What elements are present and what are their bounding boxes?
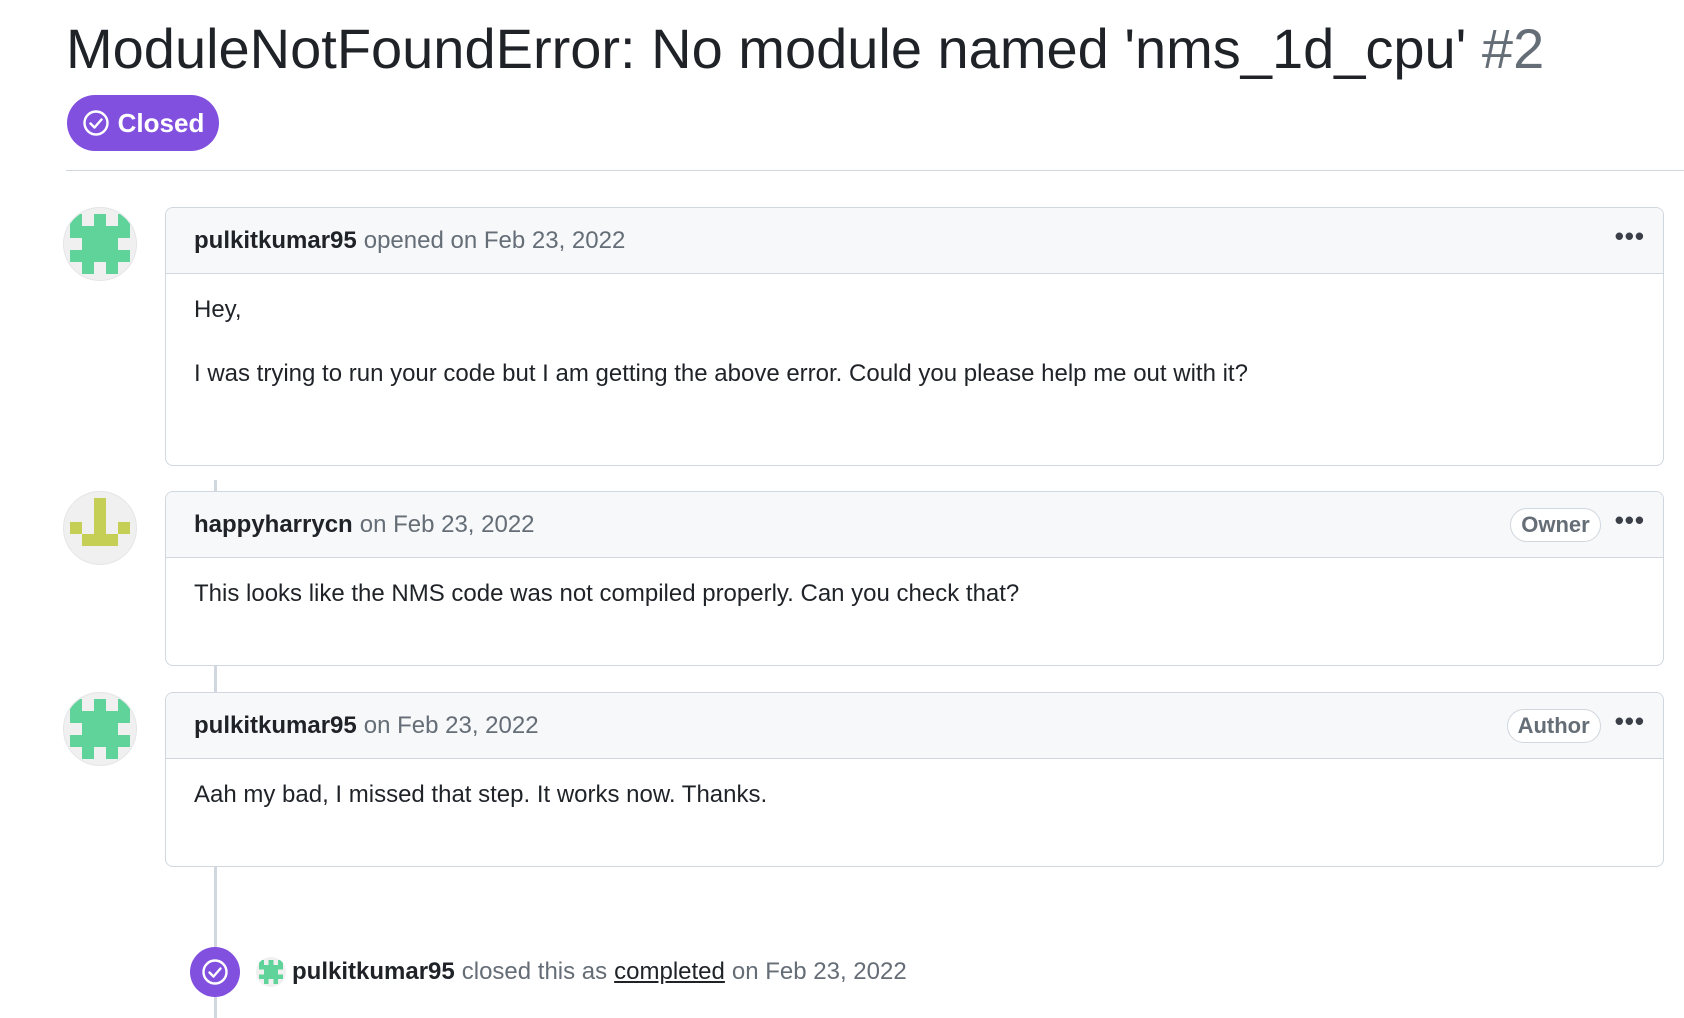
- issue-state-label: Closed: [117, 107, 205, 138]
- comment-header-actions: Author •••: [1506, 708, 1645, 743]
- event-text: closed this as: [461, 958, 608, 985]
- comment-paragraph: Aah my bad, I missed that step. It works…: [194, 781, 768, 808]
- event-actor[interactable]: pulkitkumar95: [292, 958, 455, 986]
- header-divider: [66, 170, 1684, 171]
- comment-header-actions: Owner •••: [1510, 507, 1645, 542]
- avatar[interactable]: [63, 207, 137, 281]
- check-circle-icon: [82, 109, 110, 137]
- comment-body: Aah my bad, I missed that step. It works…: [166, 759, 1663, 831]
- comment-timestamp[interactable]: opened on Feb 23, 2022: [364, 227, 626, 255]
- comment-header: pulkitkumar95 on Feb 23, 2022 Author •••: [166, 693, 1663, 759]
- comment-author[interactable]: pulkitkumar95: [194, 227, 357, 255]
- comment-author[interactable]: pulkitkumar95: [194, 712, 357, 740]
- comment-header: pulkitkumar95 opened on Feb 23, 2022 •••: [166, 208, 1663, 274]
- comment-card: pulkitkumar95 opened on Feb 23, 2022 •••…: [165, 207, 1664, 466]
- avatar[interactable]: [63, 692, 137, 766]
- comment-card: pulkitkumar95 on Feb 23, 2022 Author •••…: [165, 692, 1664, 867]
- completed-link[interactable]: completed: [614, 958, 725, 986]
- kebab-horizontal-icon[interactable]: •••: [1615, 223, 1645, 256]
- check-circle-icon: [190, 947, 240, 997]
- author-badge: Author: [1506, 708, 1601, 743]
- comment-header: happyharrycn on Feb 23, 2022 Owner •••: [166, 492, 1663, 558]
- issue-title-text: ModuleNotFoundError: No module named 'nm…: [66, 17, 1467, 80]
- owner-badge: Owner: [1510, 507, 1601, 542]
- avatar[interactable]: [256, 957, 286, 987]
- close-event: pulkitkumar95 closed this as completed o…: [190, 947, 907, 997]
- comment-body: Hey, I was trying to run your code but I…: [166, 274, 1663, 410]
- comment-header-actions: •••: [1615, 223, 1645, 256]
- comment-paragraph: This looks like the NMS code was not com…: [194, 580, 1020, 607]
- issue-title: ModuleNotFoundError: No module named 'nm…: [66, 14, 1544, 84]
- comment-timestamp[interactable]: on Feb 23, 2022: [364, 712, 539, 740]
- comment-author[interactable]: happyharrycn: [194, 511, 353, 539]
- issue-state-badge: Closed: [67, 95, 219, 151]
- comment-paragraph: Hey,: [194, 296, 242, 323]
- event-timestamp[interactable]: on Feb 23, 2022: [732, 958, 907, 986]
- issue-page: ModuleNotFoundError: No module named 'nm…: [0, 0, 1684, 1018]
- kebab-horizontal-icon[interactable]: •••: [1615, 708, 1645, 741]
- comment-body: This looks like the NMS code was not com…: [166, 558, 1663, 630]
- comment-card: happyharrycn on Feb 23, 2022 Owner ••• T…: [165, 491, 1664, 666]
- comment-timestamp[interactable]: on Feb 23, 2022: [360, 511, 535, 539]
- comment-paragraph: I was trying to run your code but I am g…: [194, 360, 1248, 387]
- kebab-horizontal-icon[interactable]: •••: [1615, 507, 1645, 540]
- avatar[interactable]: [63, 491, 137, 565]
- issue-number: #2: [1481, 17, 1545, 80]
